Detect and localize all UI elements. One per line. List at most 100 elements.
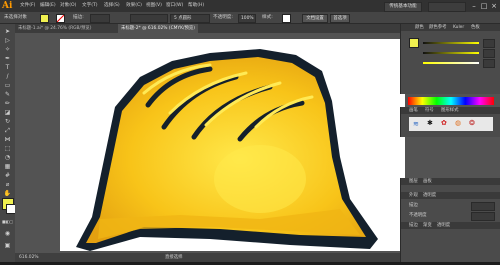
variable-width-profile[interactable] [130, 14, 168, 23]
shine-spot [214, 145, 306, 213]
appearance-stroke-field[interactable] [471, 202, 495, 211]
brushes-panel-tabs: 画笔 符号 图形样式 [401, 107, 500, 114]
close-icon[interactable]: × [490, 2, 498, 10]
opacity-field[interactable]: 100% [238, 14, 256, 23]
eraser-tool-icon[interactable]: ◪ [2, 109, 13, 117]
workspace-switcher[interactable]: 传统基本功能 [384, 2, 422, 12]
stroke-label: 描边: [73, 15, 84, 20]
style-label: 样式: [262, 15, 273, 20]
line-tool-icon[interactable]: / [2, 73, 13, 81]
transparency-field[interactable] [471, 212, 495, 221]
canvas-area[interactable] [15, 33, 405, 253]
maximize-icon[interactable]: □ [480, 2, 488, 10]
tab-symbols[interactable]: 符号 [425, 107, 434, 114]
tab-gradient[interactable]: 渐变 [423, 222, 432, 229]
tab-appearance[interactable]: 外观 [409, 192, 418, 199]
mesh-tool-icon[interactable]: # [2, 172, 13, 180]
stroke-panel-tabs: 描边 渐变 透明度 [401, 222, 500, 229]
scale-tool-icon[interactable]: ⤢ [2, 127, 13, 135]
hard-hat-illustration[interactable] [60, 39, 405, 251]
green-value[interactable] [483, 49, 495, 58]
direct-selection-tool-icon[interactable]: ▷ [2, 37, 13, 45]
menu-select[interactable]: 选择(S) [104, 0, 120, 12]
artboard[interactable] [60, 39, 405, 251]
brush-label: 5 点圆形 [174, 16, 192, 21]
green-slider[interactable] [423, 52, 479, 54]
type-tool-icon[interactable]: T [2, 64, 13, 72]
tab-stroke[interactable]: 描边 [409, 222, 418, 229]
brush-definition[interactable]: 5 点圆形 [170, 14, 210, 23]
graphic-style-swatch[interactable] [282, 14, 291, 23]
status-bar: 616.02% 直接选择 [15, 253, 400, 262]
menu-type[interactable]: 文字(T) [82, 0, 98, 12]
panel-fill-swatch[interactable] [409, 38, 419, 48]
menu-bar: Ai 文件(F) 编辑(E) 对象(O) 文字(T) 选择(S) 效果(C) 视… [0, 0, 500, 12]
selection-tool-icon[interactable]: ➤ [2, 28, 13, 36]
symbol-icon-2[interactable]: ✱ [427, 119, 433, 127]
tab-brushes[interactable]: 画笔 [409, 107, 418, 114]
perspective-grid-icon[interactable]: ▦ [2, 163, 13, 171]
color-panel: 颜色 颜色参考 Kuler 色板 [400, 24, 500, 94]
menu-window[interactable]: 窗口(W) [166, 0, 183, 12]
magic-wand-icon[interactable]: ✧ [2, 46, 13, 54]
color-mode-icons[interactable]: ■◧▢ [2, 218, 13, 226]
tab-color-guide[interactable]: 颜色参考 [429, 24, 447, 31]
symbol-icon-3[interactable]: ✿ [441, 119, 447, 127]
rotate-tool-icon[interactable]: ↻ [2, 118, 13, 126]
tab-document-2[interactable]: 未标题-2* @ 616.02% (CMYK/预览) [118, 24, 198, 33]
document-setup-button[interactable]: 文档设置 [302, 14, 328, 23]
color-panel-tabs: 颜色 颜色参考 Kuler 色板 [401, 24, 500, 31]
control-bar: 未选择对象 描边: 5 点圆形 不透明度: 100% 样式: 文档设置 首选项 [0, 12, 500, 24]
tab-color[interactable]: 颜色 [415, 24, 424, 31]
app-logo: Ai [2, 1, 13, 11]
symbol-thumbnails[interactable]: ≋ ✱ ✿ ◍ ❂ [409, 117, 493, 131]
shape-builder-icon[interactable]: ◔ [2, 154, 13, 162]
blue-slider[interactable] [423, 62, 479, 64]
zoom-readout[interactable]: 616.02% [19, 253, 39, 262]
menu-object[interactable]: 对象(O) [60, 0, 76, 12]
none-slash-icon [56, 14, 65, 23]
appearance-panel-tabs: 外观 透明度 [401, 192, 500, 199]
rectangle-tool-icon[interactable]: ▭ [2, 82, 13, 90]
tab-kuler[interactable]: Kuler [453, 24, 464, 31]
menu-edit[interactable]: 编辑(E) [40, 0, 56, 12]
tools-panel: ➤ ▷ ✧ ✒ T / ▭ ✎ ✏ ◪ ↻ ⤢ ⋈ ⬚ ◔ ▦ # ⌀ ✋ ⌕ … [0, 24, 16, 262]
fill-swatch[interactable] [40, 14, 49, 23]
tab-transparency-2[interactable]: 透明度 [437, 222, 450, 229]
red-slider[interactable] [423, 42, 479, 44]
draw-mode-icon[interactable]: ◉ [2, 230, 13, 238]
symbol-icon-4[interactable]: ◍ [455, 119, 461, 127]
pen-tool-icon[interactable]: ✒ [2, 55, 13, 63]
hand-tool-icon[interactable]: ✋ [2, 190, 13, 198]
symbol-icon-5[interactable]: ❂ [469, 119, 475, 127]
pencil-tool-icon[interactable]: ✏ [2, 100, 13, 108]
tab-layers[interactable]: 图层 [409, 178, 418, 185]
screen-mode-icon[interactable]: ▣ [2, 242, 13, 250]
search-field[interactable] [428, 2, 466, 12]
menu-file[interactable]: 文件(F) [20, 0, 35, 12]
minimize-icon[interactable]: – [470, 2, 478, 10]
menu-effect[interactable]: 效果(C) [126, 0, 142, 12]
brush-tool-icon[interactable]: ✎ [2, 91, 13, 99]
tab-artboards[interactable]: 画板 [423, 178, 432, 185]
tab-document-1[interactable]: 未标题-1.ai* @ 24.76% (RGB/预览) [15, 24, 95, 33]
red-value[interactable] [483, 39, 495, 48]
eyedropper-icon[interactable]: ⌀ [2, 181, 13, 189]
appearance-stroke-label: 描边 [409, 203, 418, 208]
stroke-swatch[interactable] [56, 14, 65, 23]
stroke-weight-field[interactable] [90, 14, 110, 23]
transparency-label: 不透明度 [409, 213, 427, 218]
opacity-label: 不透明度: [213, 15, 233, 20]
brushes-panel: 画笔 符号 图形样式 ≋ ✱ ✿ ◍ ❂ [400, 107, 500, 137]
menu-help[interactable]: 帮助(H) [188, 0, 204, 12]
preferences-button[interactable]: 首选项 [330, 14, 350, 23]
tab-transparency[interactable]: 透明度 [423, 192, 436, 199]
color-spectrum[interactable] [408, 97, 494, 105]
free-transform-icon[interactable]: ⬚ [2, 145, 13, 153]
symbol-icon-1[interactable]: ≋ [413, 120, 419, 128]
width-tool-icon[interactable]: ⋈ [2, 136, 13, 144]
tab-graphic-styles[interactable]: 图形样式 [441, 107, 459, 114]
menu-view[interactable]: 视图(V) [146, 0, 162, 12]
blue-value[interactable] [483, 59, 495, 68]
tab-swatches[interactable]: 色板 [471, 24, 480, 31]
